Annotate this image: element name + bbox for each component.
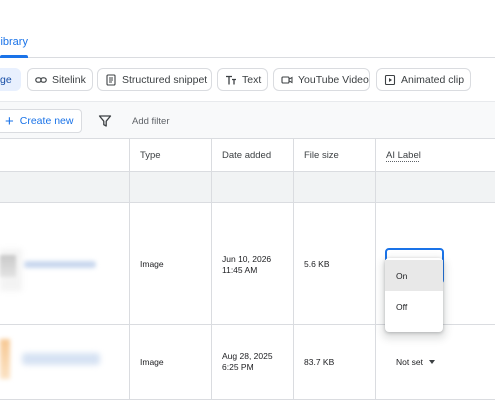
chip-label: Animated clip bbox=[401, 73, 465, 86]
asset-name bbox=[22, 353, 100, 365]
cell-file-size: 83.7 KB bbox=[304, 357, 335, 367]
tab-bar: library bbox=[0, 0, 495, 58]
plus-icon: + bbox=[5, 112, 14, 130]
table-header: Type Date added File size AI Label bbox=[0, 139, 495, 172]
column-header-date-added[interactable]: Date added bbox=[222, 150, 271, 161]
cell-date-added: Jun 10, 2026 11:45 AM bbox=[222, 254, 271, 276]
filter-icon[interactable] bbox=[98, 114, 112, 128]
chip-text[interactable]: Text bbox=[217, 68, 268, 91]
table-toolbar: + Create new Add filter bbox=[0, 101, 495, 139]
ai-label-menu: On Off bbox=[385, 258, 443, 332]
active-tab-indicator bbox=[0, 55, 28, 58]
column-header-file-size[interactable]: File size bbox=[304, 150, 339, 161]
chip-structured-snippet[interactable]: Structured snippet bbox=[97, 68, 212, 91]
chip-label: ge bbox=[0, 73, 12, 86]
chip-label: Sitelink bbox=[52, 73, 86, 86]
column-divider bbox=[129, 139, 130, 400]
chip-label: YouTube Video bbox=[298, 73, 369, 86]
column-divider bbox=[375, 139, 376, 400]
cell-date: Aug 28, 2025 bbox=[222, 351, 273, 361]
animated-clip-icon bbox=[384, 74, 396, 86]
table-group-row bbox=[0, 172, 495, 203]
ai-label-dropdown[interactable]: Not set bbox=[396, 357, 435, 367]
asset-thumbnail bbox=[0, 339, 10, 379]
tab-library[interactable]: library bbox=[0, 36, 28, 48]
snippet-icon bbox=[105, 73, 117, 86]
chip-label: Text bbox=[242, 73, 262, 86]
cell-date-added: Aug 28, 2025 6:25 PM bbox=[222, 351, 273, 373]
video-icon bbox=[281, 74, 293, 86]
cell-type: Image bbox=[140, 259, 164, 269]
create-new-button[interactable]: + Create new bbox=[0, 109, 82, 133]
cell-file-size: 5.6 KB bbox=[304, 259, 330, 269]
cell-time: 11:45 AM bbox=[222, 265, 258, 275]
text-icon bbox=[225, 74, 237, 86]
asset-name bbox=[24, 261, 96, 268]
add-filter-button[interactable]: Add filter bbox=[132, 116, 170, 127]
column-header-type[interactable]: Type bbox=[140, 150, 161, 161]
chip-sitelink[interactable]: Sitelink bbox=[27, 68, 93, 91]
column-divider bbox=[293, 139, 294, 400]
cell-time: 6:25 PM bbox=[222, 362, 254, 372]
chip-image[interactable]: ge bbox=[0, 68, 21, 91]
asset-thumbnail bbox=[0, 255, 16, 277]
ai-label-value: Not set bbox=[396, 357, 423, 367]
cell-type: Image bbox=[140, 357, 164, 367]
chip-animated-clip[interactable]: Animated clip bbox=[376, 68, 471, 91]
link-icon bbox=[35, 74, 47, 86]
cell-date: Jun 10, 2026 bbox=[222, 254, 272, 264]
create-new-label: Create new bbox=[19, 115, 74, 127]
column-divider bbox=[211, 139, 212, 400]
menu-option-off[interactable]: Off bbox=[385, 291, 443, 322]
column-header-ai-label[interactable]: AI Label bbox=[386, 150, 421, 161]
caret-down-icon bbox=[428, 360, 435, 364]
chip-label: Structured snippet bbox=[122, 73, 208, 86]
menu-option-on[interactable]: On bbox=[385, 260, 443, 291]
chip-youtube-video[interactable]: YouTube Video bbox=[273, 68, 370, 91]
